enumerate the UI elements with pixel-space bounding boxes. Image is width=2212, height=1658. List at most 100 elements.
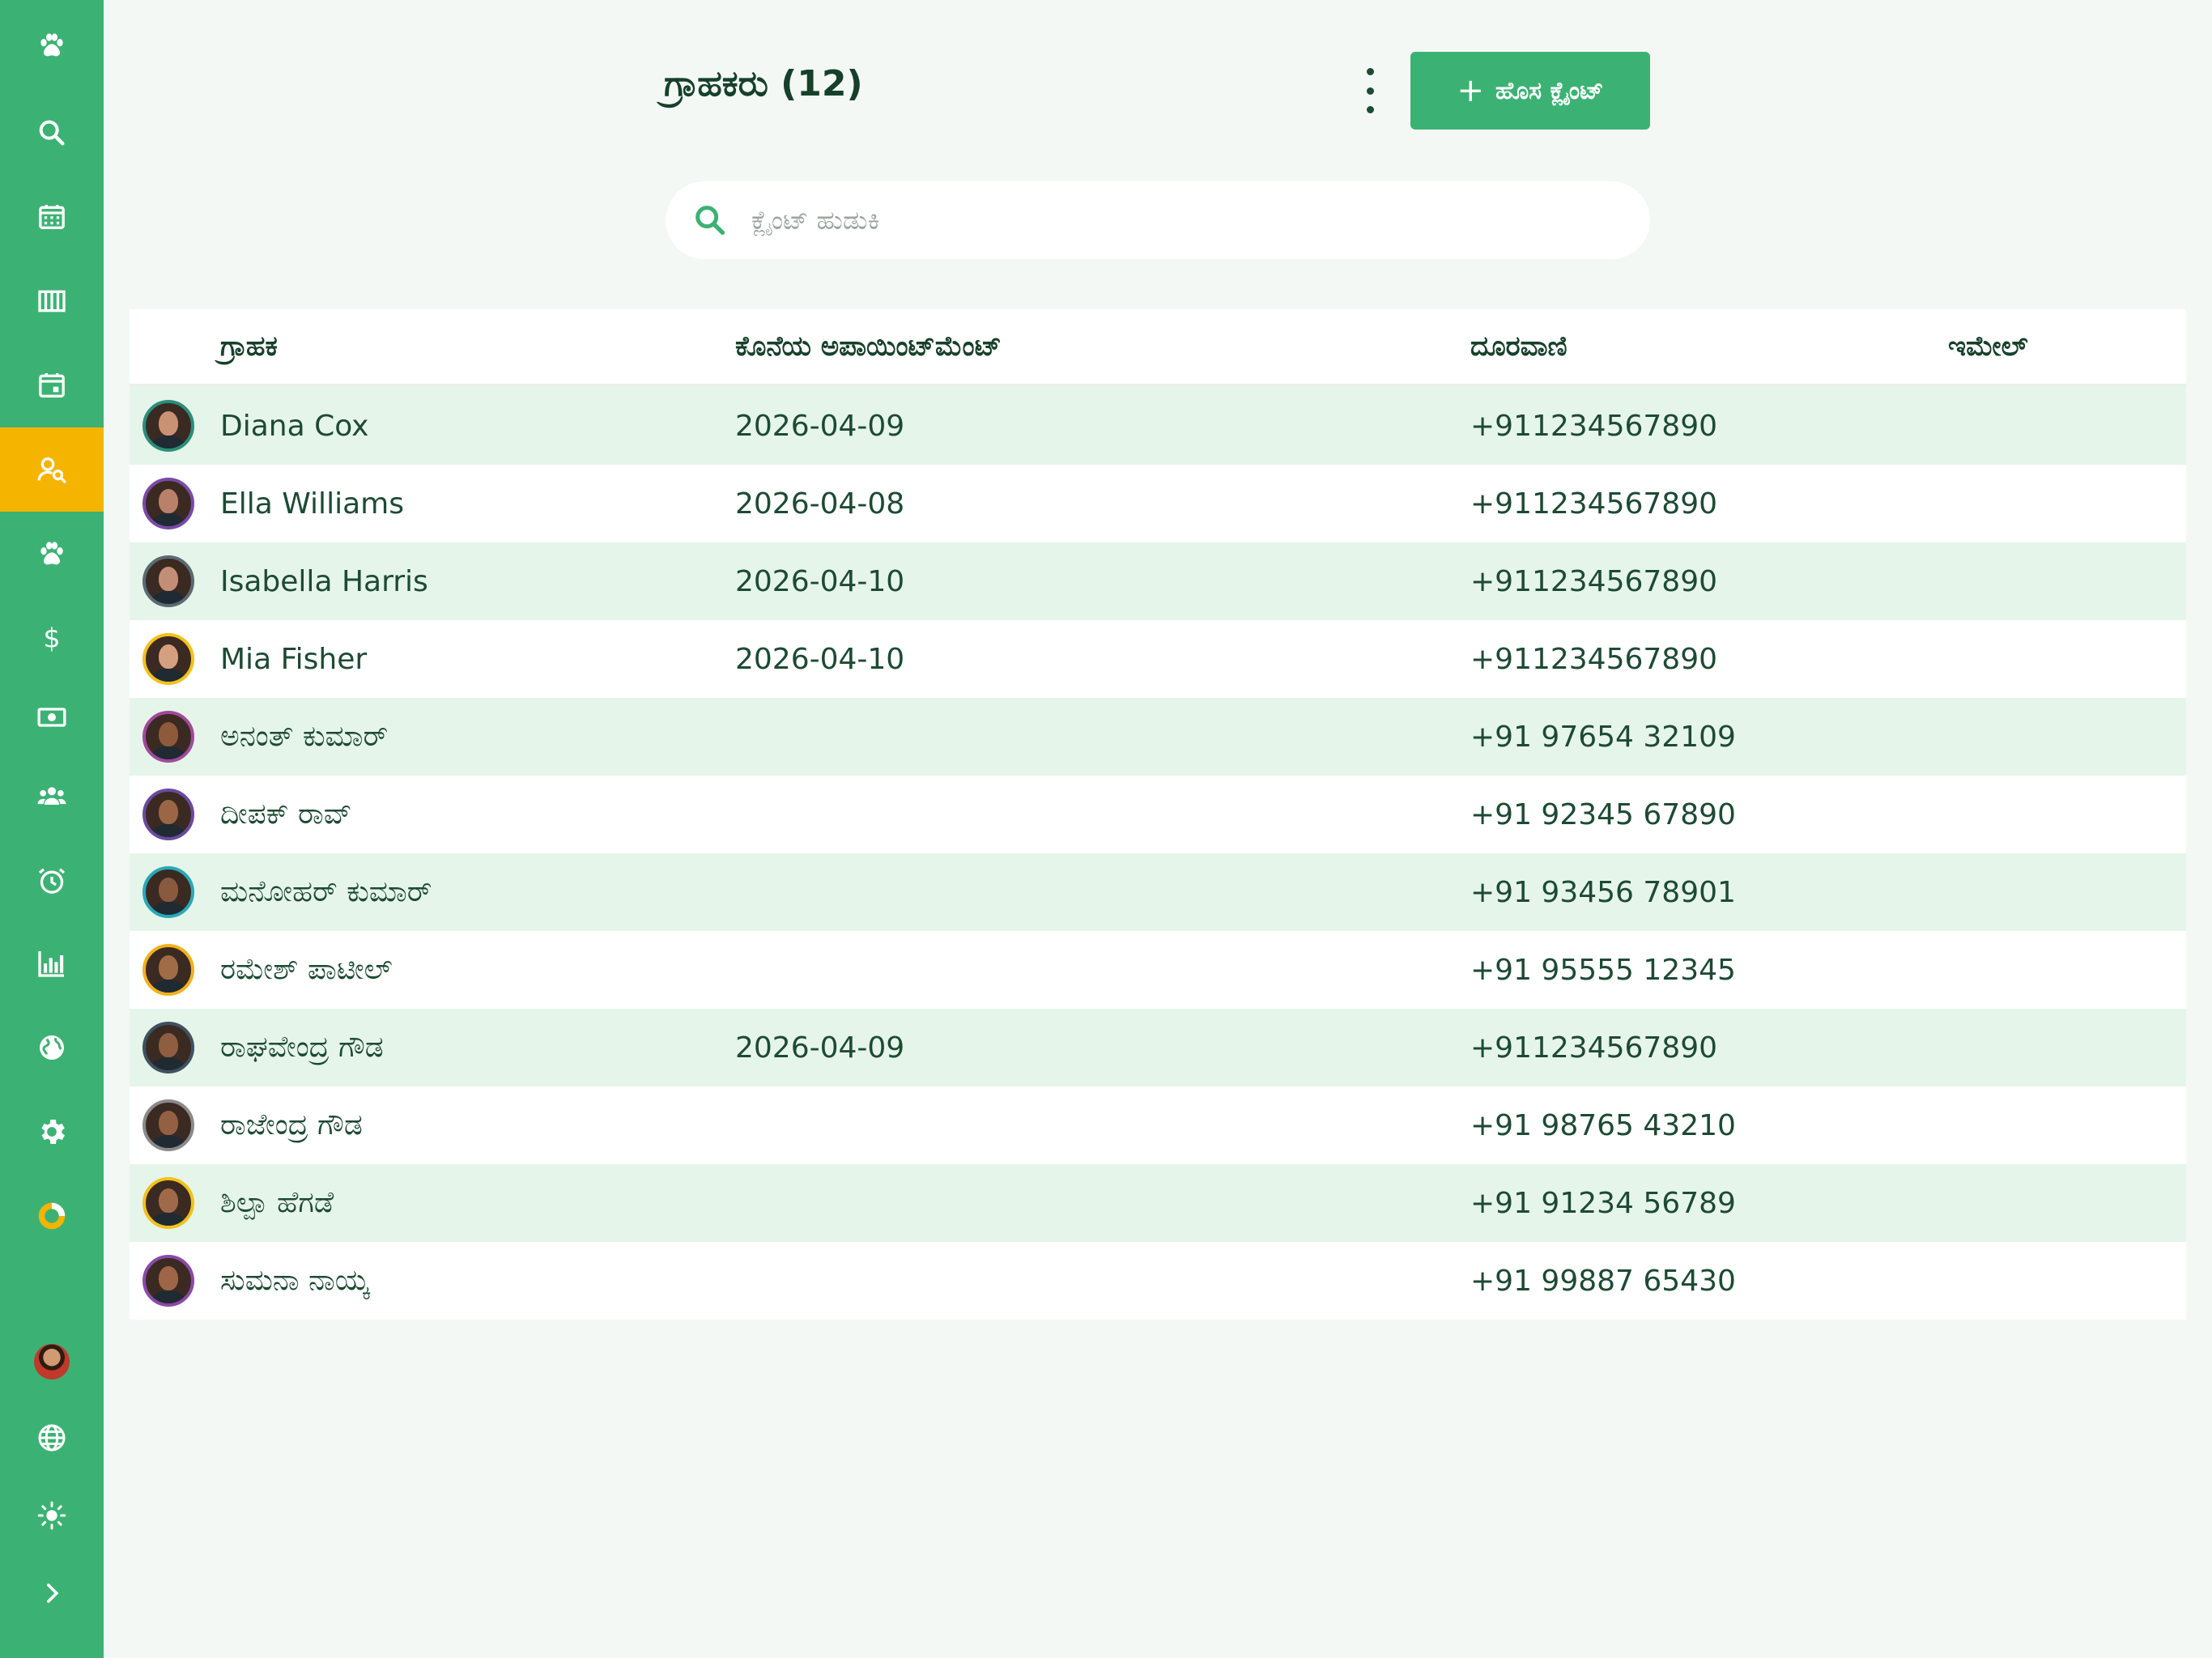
client-name: ಸುಮನಾ ನಾಯ್ಕ [220,1264,369,1297]
client-avatar [143,633,194,685]
table-row[interactable]: ಸುಮನಾ ನಾಯ್ಕ +91 99887 65430 [130,1242,2186,1320]
avatar-body [151,902,186,915]
client-phone: +91 91234 56789 [1470,1186,1736,1220]
kebab-dot [1366,87,1374,95]
client-avatar [143,400,194,452]
alarm-icon [38,868,66,894]
sidebar-item-calendar[interactable] [0,175,104,259]
client-avatar [143,478,194,529]
column-header-last-appointment[interactable]: ಕೊನೆಯ ಅಪಾಯಿಂಟ್‌ಮೆಂಟ್ [735,309,1002,384]
client-search-bar[interactable] [666,181,1650,259]
bar-chart-icon [38,951,64,977]
new-client-button[interactable]: + ಹೊಸ ಕ್ಲೈಂಟ್ [1410,52,1650,130]
sidebar-item-website[interactable] [0,1005,104,1090]
clients-table: ಗ್ರಾಹಕ ಕೊನೆಯ ಅಪಾಯಿಂಟ್‌ಮೆಂಟ್ ದೂರವಾಣಿ ಇಮೇಲ… [130,309,2186,1320]
columns-icon [38,290,66,312]
client-phone: +91 93456 78901 [1470,875,1736,909]
sidebar-item-reports[interactable] [0,921,104,1005]
avatar-face [159,489,178,513]
table-row[interactable]: Mia Fisher 2026-04-10 +911234567890 [130,620,2186,698]
sidebar-item-schedule[interactable] [0,343,104,427]
table-row[interactable]: ರಾಘವೇಂದ್ರ ಗೌಡ 2026-04-09 +911234567890 [130,1009,2186,1086]
client-avatar [143,1022,194,1073]
avatar-face [159,411,178,436]
client-name: ರಾಜೇಂದ್ರ ಗೌಡ [220,1108,363,1141]
sidebar-item-search[interactable] [0,91,104,175]
paw-icon [40,33,63,57]
avatar-face [159,955,178,980]
sidebar-item-pricing[interactable]: $ [0,596,104,680]
table-row[interactable]: Diana Cox 2026-04-09 +911234567890 [130,387,2186,465]
column-header-client[interactable]: ಗ್ರಾಹಕ [220,309,278,384]
client-phone: +91 92345 67890 [1470,797,1736,831]
cash-icon [37,708,66,727]
table-row[interactable]: ರಾಜೇಂದ್ರ ಗೌಡ +91 98765 43210 [130,1086,2186,1164]
globe-filled-icon [40,1035,64,1060]
sidebar-expand[interactable] [0,1551,104,1635]
avatar-body [151,591,186,604]
avatar-body [151,824,186,837]
table-row[interactable]: ಮನೋಹರ್ ಕುಮಾರ್ +91 93456 78901 [130,853,2186,931]
client-avatar [143,789,194,840]
avatar-body [151,1057,186,1070]
avatar-body [151,980,186,993]
more-menu-button[interactable] [1354,68,1386,113]
client-phone: +911234567890 [1470,487,1718,521]
sidebar-item-board[interactable] [0,259,104,343]
sidebar-item-settings[interactable] [0,1090,104,1174]
team-icon [37,787,66,805]
sidebar-item-team[interactable] [0,755,104,839]
user-avatar [34,1344,70,1380]
sidebar-theme[interactable] [0,1473,104,1558]
sidebar-item-plan[interactable] [0,1174,104,1258]
column-header-phone[interactable]: ದೂರವಾಣಿ [1470,309,1568,384]
table-row[interactable]: Ella Williams 2026-04-08 +911234567890 [130,465,2186,542]
avatar-face [159,567,178,591]
client-phone: +91 98765 43210 [1470,1108,1736,1142]
theme-sun-icon [37,1501,66,1530]
sidebar-item-clients[interactable] [0,427,104,512]
page-title: ಗ್ರಾಹಕರು (12) [664,63,863,104]
client-phone: +911234567890 [1470,642,1718,676]
client-avatar [143,1099,194,1151]
client-phone: +91 99887 65430 [1470,1264,1736,1298]
table-row[interactable]: Isabella Harris 2026-04-10 +911234567890 [130,542,2186,620]
table-row[interactable]: ಶಿಲ್ಪಾ ಹೆಗಡೆ +91 91234 56789 [130,1164,2186,1242]
client-avatar [143,944,194,996]
sidebar-item-payments[interactable] [0,675,104,759]
table-body: Diana Cox 2026-04-09 +911234567890 Ella Wil… [130,387,2186,1320]
sidebar-item-reminders[interactable] [0,839,104,923]
calendar-icon [39,205,65,229]
sidebar-language[interactable] [0,1396,104,1480]
avatar-body [151,513,186,526]
dollar-icon: $ [43,623,60,654]
chevron-right-icon [47,1584,59,1603]
gear-icon [41,1120,65,1144]
search-input[interactable] [750,204,1563,236]
last-appointment: 2026-04-08 [735,487,905,521]
table-header: ಗ್ರಾಹಕ ಕೊನೆಯ ಅಪಾಯಿಂಟ್‌ಮೆಂಟ್ ದೂರವಾಣಿ ಇಮೇಲ… [130,309,2186,387]
avatar-face [159,800,178,824]
avatar-body [151,1290,186,1303]
client-avatar [143,555,194,607]
table-row[interactable]: ದೀಪಕ್ ರಾವ್ +91 92345 67890 [130,776,2186,853]
client-avatar [143,1255,194,1307]
column-header-email[interactable]: ಇಮೇಲ್ [1948,309,2028,384]
table-row[interactable]: ಅನಂತ್ ಕುಮಾರ್ +91 97654 32109 [130,698,2186,776]
avatar-face [159,722,178,746]
table-row[interactable]: ರಮೇಶ್ ಪಾಟೀಲ್ +91 95555 12345 [130,931,2186,1009]
sidebar-item-pets[interactable] [0,512,104,596]
sidebar-item-home[interactable] [0,3,104,87]
client-name: Diana Cox [220,409,369,443]
avatar-face [159,1033,178,1057]
client-search-icon [37,457,66,483]
client-name: ಶಿಲ್ಪಾ ಹೆಗಡೆ [220,1186,334,1219]
sidebar-user-avatar[interactable] [0,1320,104,1404]
new-client-label: ಹೊಸ ಕ್ಲೈಂಟ್ [1495,76,1604,105]
last-appointment: 2026-04-09 [735,409,905,443]
client-name: ದೀಪಕ್ ರಾವ್ [220,797,352,831]
calendar-day-icon [39,373,65,397]
avatar-body [151,1213,186,1226]
client-name: ರಾಘವೇಂದ್ರ ಗೌಡ [220,1031,384,1064]
search-icon [696,206,725,236]
